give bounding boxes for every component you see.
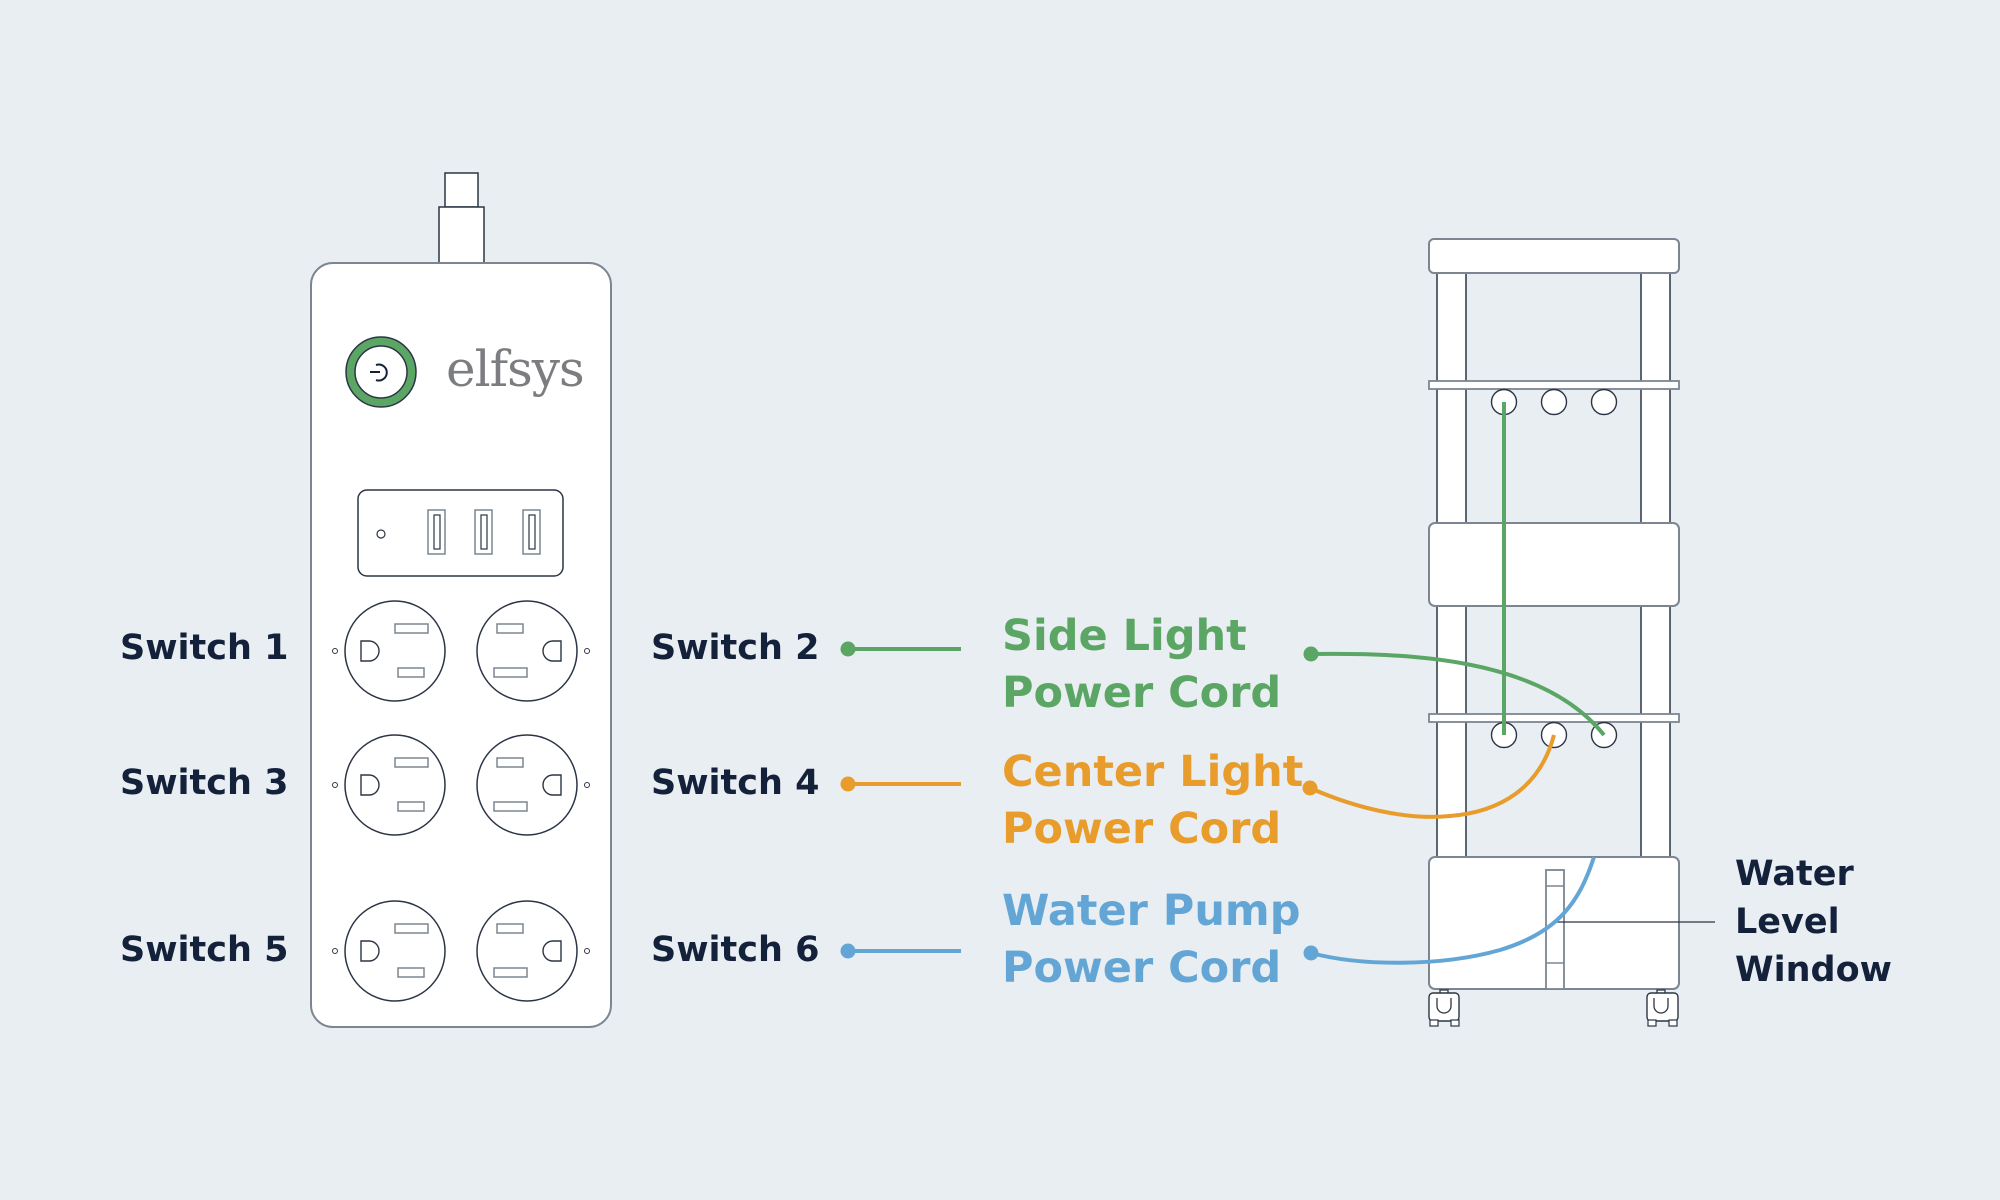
water-level-label-line1: Water	[1735, 854, 1854, 894]
tower-shelf-2	[1428, 713, 1680, 723]
water-pump-switch-connector	[840, 943, 961, 959]
indicator-light	[376, 529, 386, 539]
center-light-cord	[1309, 734, 1556, 819]
center-light-cord-label-line2: Power Cord	[1002, 804, 1282, 854]
switch-label-2: Switch 2	[651, 628, 820, 668]
outlet-ground-slot	[360, 774, 380, 796]
outlet-screw	[332, 782, 338, 788]
connector-dot	[840, 776, 856, 792]
switch-connectors	[840, 641, 961, 959]
outlet-blade-slot	[394, 757, 429, 768]
center-light-switch-connector	[840, 776, 961, 792]
water-level-window-label: Water Level Window	[1735, 850, 1892, 994]
outlet-blade-slot	[496, 623, 524, 634]
outlet-blade-slot	[493, 801, 528, 812]
outlet-screw	[584, 782, 590, 788]
outlet-screw	[584, 948, 590, 954]
outlet-face	[344, 600, 446, 702]
tower	[1428, 238, 1715, 1027]
switch-label-6: Switch 6	[651, 930, 820, 970]
usb-port[interactable]	[427, 509, 446, 555]
power-strip	[310, 172, 612, 1028]
water-pump-cord-label-line1: Water Pump	[1002, 886, 1301, 936]
diagram-canvas	[310, 172, 1715, 1028]
outlet-blade-slot	[493, 967, 528, 978]
water-pump-cord-label: Water Pump Power Cord	[1002, 883, 1301, 997]
switch-label-1: Switch 1	[120, 628, 289, 668]
switch-label-4: Switch 4	[651, 763, 820, 803]
outlet-ground-slot	[542, 940, 562, 962]
outlet-blade-slot	[397, 967, 425, 978]
connector-dot	[840, 641, 856, 657]
power-button[interactable]	[345, 336, 417, 408]
switch-label-5: Switch 5	[120, 930, 289, 970]
outlet-face	[344, 734, 446, 836]
outlet-ground-slot	[360, 640, 380, 662]
outlet-blade-slot	[394, 623, 429, 634]
outlet-face	[476, 600, 578, 702]
side-light-cord-dot	[1303, 646, 1319, 662]
water-pump-cord-label-line2: Power Cord	[1002, 943, 1282, 993]
water-level-label-line3: Window	[1735, 950, 1892, 990]
outlet-blade-slot	[394, 923, 429, 934]
light-hole	[1540, 388, 1568, 416]
light-hole	[1590, 388, 1618, 416]
side-light-cord-label: Side Light Power Cord	[1002, 608, 1281, 722]
outlet-blade-slot	[493, 667, 528, 678]
switch-label-3: Switch 3	[120, 763, 289, 803]
outlet-ground-slot	[542, 640, 562, 662]
outlet-blade-slot	[496, 757, 524, 768]
outlet-screw	[332, 648, 338, 654]
plug-tip	[444, 172, 479, 208]
usb-port[interactable]	[522, 509, 541, 555]
outlet-face	[476, 734, 578, 836]
center-light-cord-label: Center Light Power Cord	[1002, 744, 1303, 858]
outlet-ground-slot	[360, 940, 380, 962]
outlet-face	[476, 900, 578, 1002]
outlet-ground-slot	[542, 774, 562, 796]
connector-dot	[840, 943, 856, 959]
water-pump-cord-dot	[1303, 945, 1319, 961]
outlet-blade-slot	[397, 667, 425, 678]
tower-middle-box	[1428, 522, 1680, 607]
water-level-label-line2: Level	[1735, 902, 1840, 942]
outlet-blade-slot	[496, 923, 524, 934]
wheel-left	[1428, 989, 1460, 1027]
wheel-right	[1646, 989, 1679, 1027]
outlet-screw	[584, 648, 590, 654]
outlet-blade-slot	[397, 801, 425, 812]
side-light-cord-label-line2: Power Cord	[1002, 668, 1282, 718]
side-light-cord-label-line1: Side Light	[1002, 611, 1247, 661]
brand-logo: elfsys	[446, 340, 585, 398]
water-level-window	[1545, 869, 1565, 990]
tower-top-shelf	[1428, 238, 1680, 274]
usb-panel	[357, 489, 564, 577]
center-light-cord-dot	[1302, 780, 1318, 796]
side-light-switch-connector	[840, 641, 961, 657]
plug-body	[438, 206, 485, 265]
center-light-cord-label-line1: Center Light	[1002, 747, 1304, 797]
tower-shelf-1	[1428, 380, 1680, 390]
outlet-screw	[332, 948, 338, 954]
outlet-face	[344, 900, 446, 1002]
usb-port[interactable]	[474, 509, 493, 555]
